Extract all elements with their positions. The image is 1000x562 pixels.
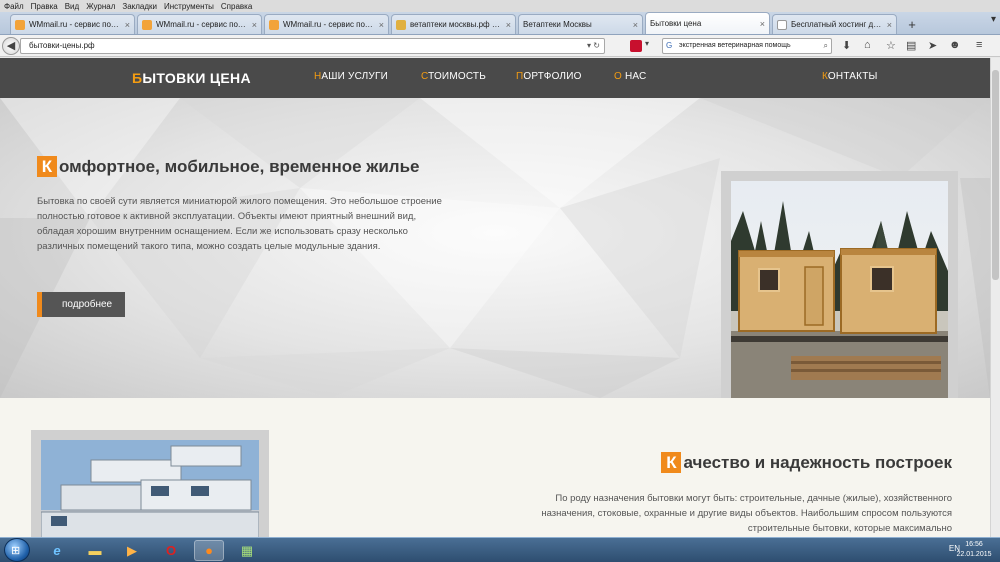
hero-heading-text: омфортное, мобильное, временное жилье — [59, 156, 420, 176]
close-icon[interactable]: × — [760, 19, 765, 29]
more-button[interactable]: подробнее — [37, 292, 125, 317]
close-icon[interactable]: × — [633, 20, 638, 30]
browser-tab-active[interactable]: Бытовки цена × — [645, 12, 770, 34]
search-engine-dropdown-icon[interactable]: ▾ — [645, 39, 649, 48]
site-header: БЫТОВКИ ЦЕНА НАШИ УСЛУГИ СТОИМОСТЬ ПОРТФ… — [0, 58, 990, 98]
close-icon[interactable]: × — [125, 20, 130, 30]
search-input[interactable]: G экстренная ветеринарная помощь ⌕ — [662, 38, 832, 54]
menu-bookmarks[interactable]: Закладки — [122, 2, 157, 11]
notepad-icon[interactable]: ▦ — [232, 540, 262, 561]
page-scrollbar[interactable] — [990, 58, 1000, 537]
wmmail-favicon-icon — [142, 19, 152, 30]
web-page: БЫТОВКИ ЦЕНА НАШИ УСЛУГИ СТОИМОСТЬ ПОРТФ… — [0, 58, 990, 537]
start-button[interactable]: ⊞ — [4, 538, 30, 562]
quality-heading: Качество и надежность построек — [661, 452, 952, 473]
tab-label: Ветаптеки Москвы — [523, 20, 592, 29]
menu-edit[interactable]: Правка — [31, 2, 58, 11]
bookmark-star-icon[interactable]: ☆ — [886, 39, 896, 52]
download-icon[interactable]: ⬇ — [842, 39, 851, 52]
send-icon[interactable]: ➤ — [928, 39, 937, 52]
hero-section: Комфортное, мобильное, временное жилье Б… — [0, 98, 990, 398]
browser-tab[interactable]: Бесплатный хостинг для с... × — [772, 14, 897, 34]
clock-time: 16:56 — [965, 541, 983, 548]
tab-label: Бытовки цена — [650, 19, 702, 28]
nav-link-about[interactable]: О НАС — [614, 71, 646, 82]
search-engine-icon: G — [666, 41, 673, 50]
menu-icon[interactable]: ≡ — [976, 39, 982, 51]
home-icon[interactable]: ⌂ — [864, 39, 871, 51]
cabins-photo — [721, 171, 958, 398]
new-tab-button[interactable]: + — [903, 16, 921, 34]
page-favicon-icon — [777, 19, 787, 30]
menu-help[interactable]: Справка — [221, 2, 252, 11]
addon-flag-icon[interactable] — [630, 40, 642, 52]
menu-history[interactable]: Журнал — [86, 2, 115, 11]
tab-label: WMmail.ru - сервис почт... — [156, 20, 249, 29]
nav-link-portfolio[interactable]: ПОРТФОЛИО — [516, 71, 582, 82]
menu-view[interactable]: Вид — [65, 2, 79, 11]
modular-building-image — [40, 440, 260, 537]
tab-label: ветаптеки москвы.рф —... — [410, 20, 503, 29]
url-text: бытовки-цены.рф — [29, 41, 95, 50]
page-favicon-icon — [396, 19, 406, 30]
clock[interactable]: 16:56 22.01.2015 — [952, 540, 996, 560]
modular-building-photo — [31, 430, 269, 537]
back-button[interactable]: ◀ — [2, 37, 20, 55]
browser-tab[interactable]: WMmail.ru - сервис почт... × — [10, 14, 135, 34]
quality-heading-text: ачество и надежность построек — [683, 452, 952, 472]
close-icon[interactable]: × — [252, 20, 257, 30]
wmmail-favicon-icon — [15, 19, 25, 30]
nav-link-services[interactable]: НАШИ УСЛУГИ — [314, 71, 388, 82]
media-player-icon[interactable]: ▶ — [117, 540, 147, 561]
quality-section: Качество и надежность построек По роду н… — [0, 398, 990, 537]
search-value: экстренная ветеринарная помощь — [679, 42, 791, 49]
windows-logo-icon: ⊞ — [11, 545, 21, 557]
tab-list-icon[interactable]: ▾ — [991, 14, 996, 25]
site-logo[interactable]: БЫТОВКИ ЦЕНА — [132, 70, 251, 86]
heading-initial-box: К — [661, 452, 682, 473]
tab-strip: WMmail.ru - сервис почт... × WMmail.ru -… — [0, 12, 1000, 35]
close-icon[interactable]: × — [506, 20, 511, 30]
browser-tab[interactable]: WMmail.ru - сервис почт... × — [264, 14, 389, 34]
taskbar: ⊞ e ▬ ▶ O ● ▦ EN 16:56 22.01.2015 — [0, 537, 1000, 562]
heading-initial-box: К — [37, 156, 57, 177]
scrollbar-thumb[interactable] — [992, 70, 999, 280]
clock-date: 22.01.2015 — [956, 551, 992, 558]
menu-file[interactable]: Файл — [4, 2, 24, 11]
nav-link-prices[interactable]: СТОИМОСТЬ — [421, 71, 486, 82]
file-explorer-icon[interactable]: ▬ — [80, 540, 110, 561]
quality-description: По роду назначения бытовки могут быть: с… — [541, 493, 952, 534]
menu-tools[interactable]: Инструменты — [164, 2, 214, 11]
hero-description: Бытовка по своей сути является миниатюро… — [37, 196, 442, 252]
menu-bar: Файл Правка Вид Журнал Закладки Инструме… — [0, 0, 1000, 12]
browser-tab[interactable]: Ветаптеки Москвы × — [518, 14, 643, 34]
browser-tab[interactable]: WMmail.ru - сервис почт... × — [137, 14, 262, 34]
wmmail-favicon-icon — [269, 19, 279, 30]
close-icon[interactable]: × — [887, 20, 892, 30]
tab-label: WMmail.ru - сервис почт... — [29, 20, 122, 29]
browser-tab[interactable]: ветаптеки москвы.рф —... × — [391, 14, 516, 34]
nav-link-contacts[interactable]: КОНТАКТЫ — [822, 71, 878, 82]
close-icon[interactable]: × — [379, 20, 384, 30]
firefox-icon[interactable]: ● — [194, 540, 224, 561]
reload-icon[interactable]: ▾ ↻ — [587, 39, 600, 53]
bookmarks-list-icon[interactable]: ▤ — [906, 39, 916, 52]
address-bar[interactable]: бытовки-цены.рф ▾ ↻ — [20, 38, 605, 54]
navigation-bar: ◀ бытовки-цены.рф ▾ ↻ ▾ G экстренная вет… — [0, 35, 1000, 57]
internet-explorer-icon[interactable]: e — [42, 540, 72, 561]
addon-icon[interactable]: ☻ — [949, 39, 961, 51]
opera-icon[interactable]: O — [156, 540, 186, 561]
tab-label: WMmail.ru - сервис почт... — [283, 20, 376, 29]
cabins-image — [731, 181, 948, 398]
hero-heading: Комфортное, мобильное, временное жилье — [37, 156, 419, 177]
tab-label: Бесплатный хостинг для с... — [791, 20, 884, 29]
search-icon[interactable]: ⌕ — [824, 39, 828, 53]
